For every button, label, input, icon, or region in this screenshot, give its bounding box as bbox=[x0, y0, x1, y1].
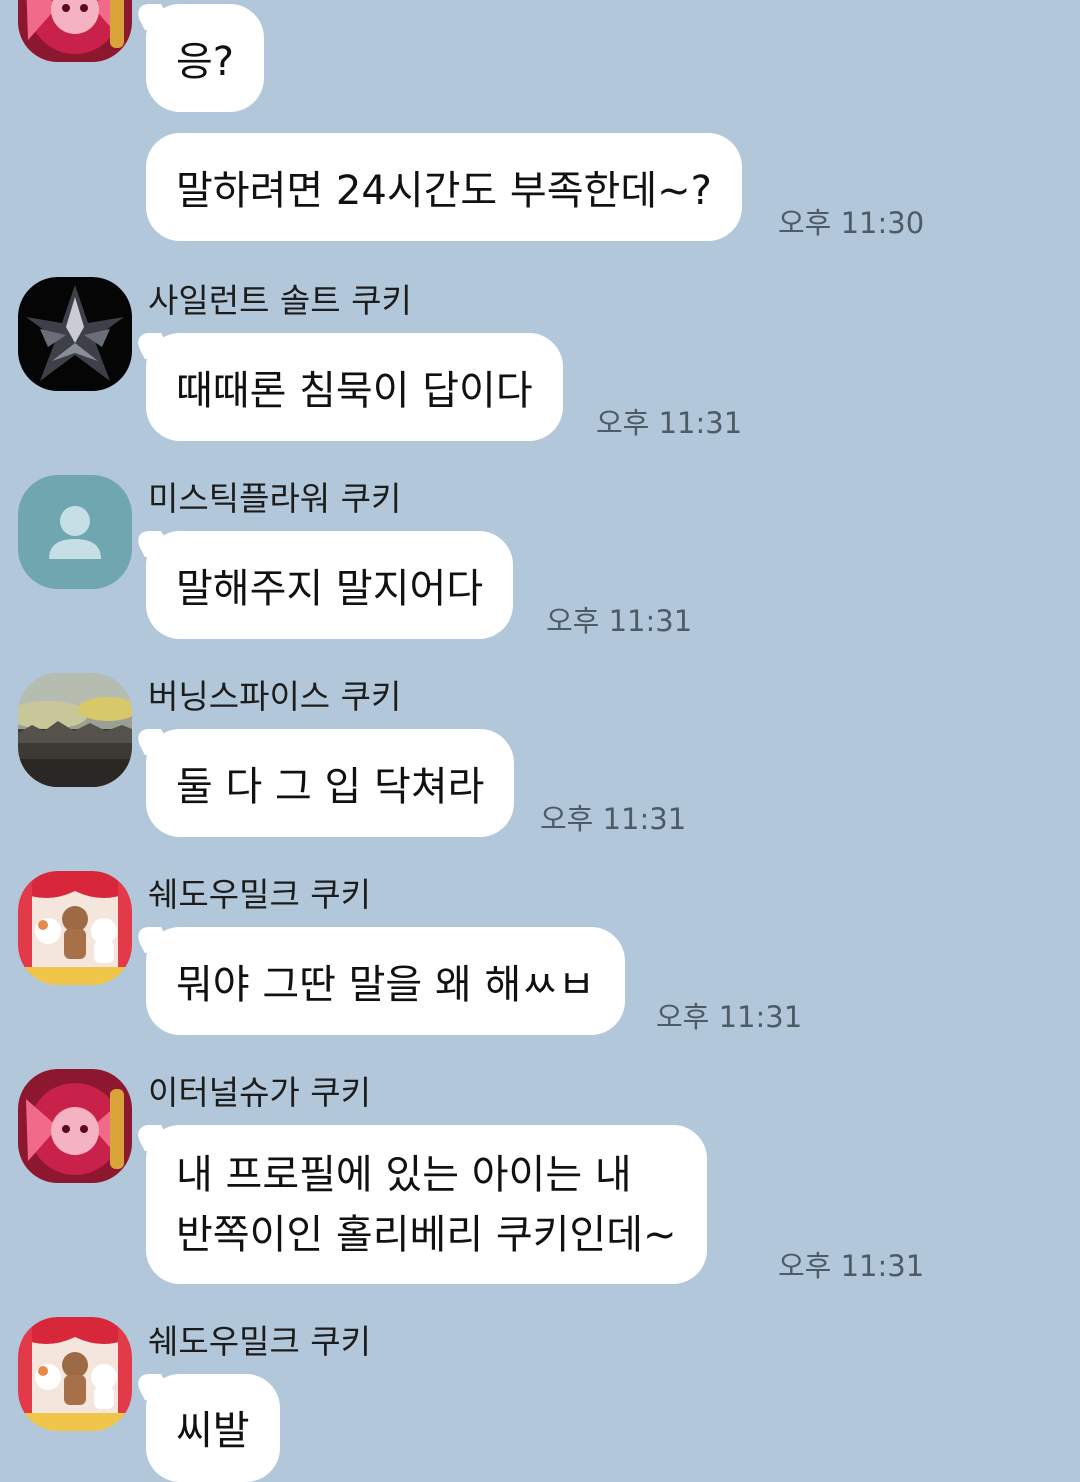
sender-name: 쉐도우밀크 쿠키 bbox=[148, 875, 372, 914]
message-bubble[interactable]: 내 프로필에 있는 아이는 내 반쪽이인 홀리베리 쿠키인데~ bbox=[146, 1125, 707, 1284]
burning-landscape-avatar-icon bbox=[18, 673, 132, 787]
sender-avatar[interactable] bbox=[18, 871, 132, 985]
message-bubble[interactable]: 뭐야 그딴 말을 왜 해ㅆㅂ bbox=[146, 927, 625, 1035]
sender-avatar[interactable] bbox=[18, 1317, 132, 1431]
message-text: 때때론 침묵이 답이다 bbox=[176, 368, 533, 414]
sender-name: 미스틱플라워 쿠키 bbox=[148, 479, 402, 518]
message-text-line: 내 프로필에 있는 아이는 내 bbox=[176, 1151, 632, 1198]
sender-avatar[interactable] bbox=[18, 475, 132, 589]
message-timestamp: 오후 11:31 bbox=[596, 406, 743, 440]
puppet-theater-avatar-icon bbox=[18, 1317, 132, 1431]
sender-avatar[interactable] bbox=[18, 277, 132, 391]
message-timestamp: 오후 11:31 bbox=[540, 802, 687, 836]
sender-avatar[interactable] bbox=[18, 673, 132, 787]
message-timestamp: 오후 11:30 bbox=[778, 206, 925, 240]
sender-avatar[interactable] bbox=[18, 0, 132, 62]
sender-avatar[interactable] bbox=[18, 1069, 132, 1183]
message-text-line: 반쪽이인 홀리베리 쿠키인데~ bbox=[176, 1211, 677, 1258]
message-text: 씨발 bbox=[176, 1408, 250, 1454]
message-text: 응? bbox=[176, 39, 235, 85]
message-text: 말해주지 말지어다 bbox=[176, 566, 484, 612]
puppet-theater-avatar-icon bbox=[18, 871, 132, 985]
message-text: 말하려면 24시간도 부족한데~? bbox=[176, 168, 712, 214]
message-text: 둘 다 그 입 닥쳐라 bbox=[176, 764, 485, 810]
eternal-sugar-avatar-icon bbox=[18, 0, 132, 62]
message-bubble[interactable]: 말해주지 말지어다 bbox=[146, 531, 514, 639]
default-person-avatar-icon bbox=[18, 475, 132, 589]
message-timestamp: 오후 11:31 bbox=[656, 1000, 803, 1034]
sender-name: 이터널슈가 쿠키 bbox=[148, 1073, 372, 1112]
eternal-sugar-avatar-icon bbox=[18, 1069, 132, 1183]
message-timestamp: 오후 11:31 bbox=[546, 604, 693, 638]
silent-salt-avatar-icon bbox=[18, 277, 132, 391]
message-timestamp: 오후 11:31 bbox=[778, 1249, 925, 1283]
message-bubble[interactable]: 둘 다 그 입 닥쳐라 bbox=[146, 729, 515, 837]
sender-name: 사일런트 솔트 쿠키 bbox=[148, 281, 412, 320]
message-bubble[interactable]: 응? bbox=[146, 4, 265, 112]
message-text: 뭐야 그딴 말을 왜 해ㅆㅂ bbox=[176, 962, 595, 1008]
message-bubble[interactable]: 씨발 bbox=[146, 1374, 280, 1482]
sender-name: 버닝스파이스 쿠키 bbox=[148, 677, 402, 716]
sender-name: 쉐도우밀크 쿠키 bbox=[148, 1322, 372, 1361]
message-bubble[interactable]: 때때론 침묵이 답이다 bbox=[146, 333, 563, 441]
message-bubble[interactable]: 말하려면 24시간도 부족한데~? bbox=[146, 133, 742, 241]
